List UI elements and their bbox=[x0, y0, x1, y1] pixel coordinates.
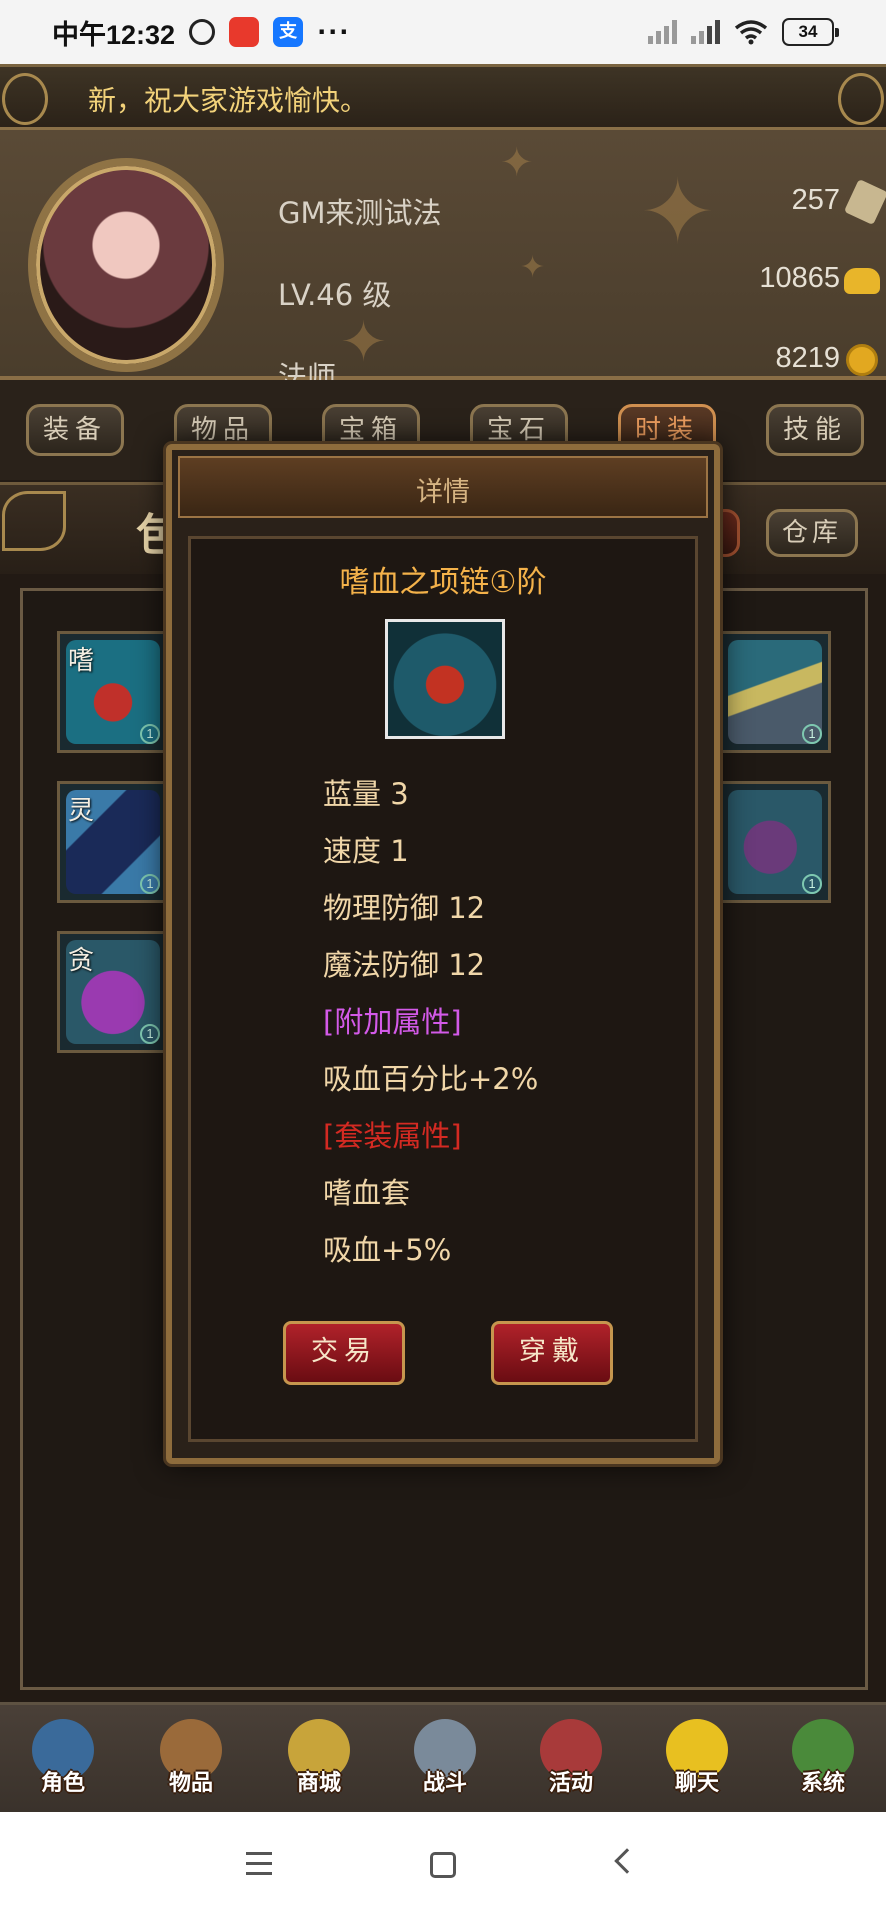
slot-level-badge: 1 bbox=[802, 724, 822, 744]
slot-label: 灵 bbox=[68, 796, 95, 826]
nav-events[interactable]: 活动 bbox=[528, 1719, 614, 1805]
signal-icon bbox=[648, 20, 677, 44]
clock: 中午12:32 bbox=[52, 19, 176, 50]
necklace-item-icon bbox=[385, 619, 505, 739]
equip-button[interactable]: 穿戴 bbox=[491, 1321, 613, 1385]
nav-system[interactable]: 系统 bbox=[780, 1719, 866, 1805]
back-icon[interactable] bbox=[614, 1848, 640, 1874]
gold-count: 10865 bbox=[759, 262, 840, 294]
attribute-line: 速度 1 bbox=[323, 834, 409, 868]
nav-character[interactable]: 角色 bbox=[20, 1719, 106, 1805]
trade-button[interactable]: 交易 bbox=[283, 1321, 405, 1385]
slot-level-badge: 1 bbox=[140, 724, 160, 744]
battery-indicator: 34 bbox=[782, 18, 839, 46]
coin-count: 8219 bbox=[775, 342, 840, 374]
ornament-icon bbox=[2, 491, 66, 551]
inventory-slot[interactable]: 灵 1 bbox=[57, 781, 169, 903]
dialog-header: 详情 bbox=[178, 456, 708, 518]
nav-shop[interactable]: 商城 bbox=[276, 1719, 362, 1805]
nav-label: 角色 bbox=[40, 1771, 85, 1796]
status-bar: 中午12:32 支 ··· 34 bbox=[0, 0, 886, 64]
slot-label: 嗜 bbox=[68, 646, 95, 676]
nav-label: 聊天 bbox=[674, 1771, 719, 1796]
slot-label: 贪 bbox=[68, 946, 95, 976]
nav-label: 物品 bbox=[168, 1771, 213, 1796]
attribute-line: 嗜血套 bbox=[323, 1176, 411, 1210]
scroll-icon bbox=[843, 178, 886, 226]
maple-leaf-icon: ✦ bbox=[640, 160, 716, 265]
item-detail-dialog: 详情 嗜血之项链①阶 蓝量 3 速度 1 物理防御 12 魔法防御 12 [附加… bbox=[166, 444, 720, 1464]
player-level: LV.46 级 bbox=[278, 278, 392, 312]
player-info-panel: ✦ ✦ ✦ ✦ GM来测试法 LV.46 级 法师 257 10865 8219 bbox=[0, 130, 886, 394]
maple-leaf-icon: ✦ bbox=[520, 250, 546, 285]
announcement-bar: 新，祝大家游戏愉快。 bbox=[0, 64, 886, 130]
slot-level-badge: 1 bbox=[140, 874, 160, 894]
attribute-line: 物理防御 12 bbox=[323, 891, 486, 925]
ornament-icon bbox=[838, 73, 884, 125]
attribute-line: 蓝量 3 bbox=[323, 777, 409, 811]
home-icon[interactable] bbox=[430, 1852, 456, 1878]
signal-icon-2 bbox=[691, 20, 720, 44]
slot-level-badge: 1 bbox=[140, 1024, 160, 1044]
ornament-icon bbox=[2, 73, 48, 125]
announcement-text: 新，祝大家游戏愉快。 bbox=[88, 84, 369, 117]
system-navigation-bar bbox=[0, 1812, 886, 1920]
game-screen: 新，祝大家游戏愉快。 ✦ ✦ ✦ ✦ GM来测试法 LV.46 级 法师 257… bbox=[0, 64, 886, 1812]
nav-label: 商城 bbox=[296, 1771, 341, 1796]
gold-ingot-icon bbox=[844, 268, 880, 294]
alipay-icon: 支 bbox=[273, 17, 304, 47]
app-notification-icon bbox=[229, 17, 260, 47]
wifi-icon bbox=[734, 20, 768, 45]
menu-icon[interactable] bbox=[246, 1852, 272, 1882]
dialog-title: 详情 bbox=[416, 477, 470, 508]
dialog-body: 嗜血之项链①阶 蓝量 3 速度 1 物理防御 12 魔法防御 12 [附加属性]… bbox=[188, 536, 698, 1442]
maple-leaf-icon: ✦ bbox=[500, 140, 534, 186]
nav-items[interactable]: 物品 bbox=[148, 1719, 234, 1805]
nav-label: 战斗 bbox=[422, 1771, 467, 1796]
more-notifications-icon: ··· bbox=[317, 18, 351, 46]
attribute-line: 吸血百分比+2% bbox=[323, 1062, 539, 1096]
inventory-slot[interactable]: 贪 1 bbox=[57, 931, 169, 1053]
coin-icon bbox=[846, 344, 878, 376]
scroll-count: 257 bbox=[791, 184, 840, 216]
nav-label: 活动 bbox=[548, 1771, 593, 1796]
item-name: 嗜血之项链①阶 bbox=[339, 565, 547, 600]
bonus-attributes-heading: [附加属性] bbox=[323, 1005, 462, 1039]
avatar[interactable] bbox=[28, 158, 224, 372]
inventory-slot[interactable]: 1 bbox=[719, 631, 831, 753]
set-attributes-heading: [套装属性] bbox=[323, 1119, 462, 1153]
attribute-line: 魔法防御 12 bbox=[323, 948, 486, 982]
warehouse-button[interactable]: 仓库 bbox=[766, 509, 858, 557]
slot-level-badge: 1 bbox=[802, 874, 822, 894]
alarm-icon bbox=[189, 19, 216, 45]
nav-label: 系统 bbox=[800, 1771, 845, 1796]
inventory-slot[interactable]: 嗜 1 bbox=[57, 631, 169, 753]
inventory-slot[interactable]: 1 bbox=[719, 781, 831, 903]
nav-battle[interactable]: 战斗 bbox=[402, 1719, 488, 1805]
player-name: GM来测试法 bbox=[278, 196, 442, 230]
nav-chat[interactable]: 聊天 bbox=[654, 1719, 740, 1805]
maple-leaf-icon: ✦ bbox=[340, 310, 387, 375]
bottom-navigation: 角色 物品 商城 战斗 活动 聊天 系统 bbox=[0, 1702, 886, 1812]
tab-skills[interactable]: 技能 bbox=[766, 404, 864, 456]
attribute-line: 吸血+5% bbox=[323, 1233, 452, 1267]
tab-equipment[interactable]: 装备 bbox=[26, 404, 124, 456]
